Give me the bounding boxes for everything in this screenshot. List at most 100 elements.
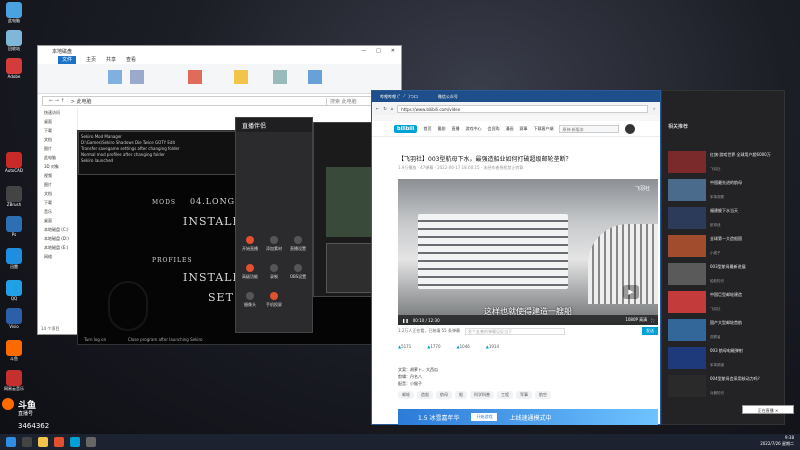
quality-select[interactable]: 1080P 高清 [625, 317, 647, 323]
nav-item[interactable]: 本地磁盘 (D:) [38, 234, 77, 243]
new-folder-icon[interactable] [234, 70, 248, 84]
tag[interactable]: 工程 [497, 391, 513, 399]
desktop-icon[interactable]: 回收站 [1, 30, 27, 51]
tag[interactable]: 航母 [436, 391, 452, 399]
install-profile-button[interactable]: INSTALL [183, 271, 241, 284]
minimize-icon[interactable]: — [361, 48, 366, 54]
desktop-icon[interactable]: 迅雷 [1, 248, 27, 269]
properties-icon[interactable] [273, 70, 287, 84]
share-button[interactable]: 1914 [486, 344, 499, 349]
live-settings-button[interactable]: 直播设置 [288, 236, 308, 252]
close-icon[interactable]: ✕ [391, 48, 395, 54]
danmu-input[interactable]: 发个友善的弹幕见证当下 [465, 327, 565, 335]
star-icon[interactable]: ☆ [652, 106, 656, 111]
browser-icon[interactable] [70, 437, 80, 447]
nav-item[interactable]: 文档 [38, 189, 77, 198]
nav-link[interactable]: 下载客户端 [533, 126, 553, 132]
nav-link[interactable]: 漫画 [505, 126, 513, 132]
app-icon[interactable] [86, 437, 96, 447]
home-icon[interactable]: ⌂ [391, 106, 394, 111]
log-checkbox[interactable]: Turn log on [84, 337, 106, 342]
address-bar[interactable]: ← → ↑ > 此电脑 搜索 此电脑 [42, 96, 397, 106]
system-clock[interactable]: 9:38 2022/7/26 星期二 [760, 435, 794, 447]
recommend-item[interactable]: 中国巨型邮轮建造 飞羽社 [668, 291, 780, 313]
recommend-item[interactable]: 中国最先进的航母 军事观察 [668, 179, 780, 201]
search-icon[interactable] [22, 437, 32, 447]
desktop-icon[interactable]: 斗鱼 [1, 340, 27, 361]
explorer-titlebar[interactable]: 本地磁盘 — □ ✕ [38, 46, 401, 56]
nav-item[interactable]: 文档 [38, 135, 77, 144]
recommend-item[interactable]: 全球第一大造船国 小猴子 [668, 235, 780, 257]
desktop-icon[interactable]: 网易云音乐 [1, 370, 27, 391]
nav-link[interactable]: 游戏中心 [465, 126, 481, 132]
folder-icon[interactable] [38, 437, 48, 447]
nav-link[interactable]: 会员购 [487, 126, 499, 132]
nav-item[interactable]: 图片 [38, 180, 77, 189]
pause-icon[interactable]: ❚❚ [402, 318, 409, 323]
nav-item[interactable]: 本地磁盘 (E:) [38, 243, 77, 252]
play-icon[interactable]: ▶ [623, 285, 639, 299]
phone-cast-button[interactable]: 手机投屏 [264, 292, 284, 308]
browser-tab[interactable]: 哔哩哔哩 (゜-゜)つロ [380, 94, 418, 100]
copy-icon[interactable] [130, 70, 144, 84]
favorite-button[interactable]: 1046 [457, 344, 470, 349]
recommend-item[interactable]: 福建舰下水当天 航母迷 [668, 207, 780, 229]
recommend-item[interactable]: 004型航母会采用核动力吗？ 兵器知识 [668, 375, 780, 397]
preview-window[interactable] [313, 122, 375, 297]
coin-button[interactable]: 1770 [427, 344, 440, 349]
add-source-button[interactable]: 添加素材 [264, 236, 284, 252]
delete-icon[interactable] [188, 70, 202, 84]
tag[interactable]: 船 [455, 391, 467, 399]
start-live-button[interactable]: 开始直播 [240, 236, 260, 252]
desktop-icon[interactable]: QQ [1, 280, 27, 301]
fullscreen-icon[interactable]: ⛶ [651, 318, 654, 323]
site-search-input[interactable]: 原神 新版本 [559, 124, 620, 133]
desktop-icon[interactable]: AutoCAD [1, 152, 27, 173]
desktop-icon[interactable]: ZBrush [1, 186, 27, 207]
nav-item[interactable]: 本地磁盘 (C:) [38, 225, 77, 234]
recommend-item[interactable]: 003 航母电磁弹射 军事频道 [668, 347, 780, 369]
refresh-icon[interactable]: ↻ [383, 106, 386, 111]
video-player[interactable]: 飞羽社 ▶ 这样也就使得建造一艘船 ❚❚ 00:10 / 12:30 1080P… [398, 179, 658, 325]
back-icon[interactable]: ← → ↑ [43, 98, 71, 104]
live-assistant-window[interactable]: 直播伴侣 开始直播 添加素材 直播设置 高级功能 录制 OBS设置 摄像头 手机… [235, 117, 313, 333]
live-assistant-icon[interactable] [54, 437, 64, 447]
nav-item[interactable]: 网络 [38, 252, 77, 261]
nav-item[interactable]: 下载 [38, 198, 77, 207]
nav-link[interactable]: 首页 [423, 126, 431, 132]
recommend-item[interactable]: 国产大型邮轮首航 观察者 [668, 319, 780, 341]
recommend-item[interactable]: 红旗·游戏世界 全球用户超6000万 飞羽社 [668, 151, 780, 173]
tag[interactable]: 军事 [516, 391, 532, 399]
desktop-icon[interactable]: Ps [1, 216, 27, 237]
nav-item[interactable]: 3D 对象 [38, 162, 77, 171]
avatar[interactable] [625, 123, 636, 134]
nav-item[interactable]: 此电脑 [38, 153, 77, 162]
back-icon[interactable]: ← [376, 106, 379, 111]
tag[interactable]: 科学科普 [470, 391, 494, 399]
nav-link[interactable]: 赛事 [519, 126, 527, 132]
tab-file[interactable]: 文件 [58, 56, 77, 64]
browser-tab[interactable]: 微信公众号 [438, 94, 458, 100]
nav-item[interactable]: 音乐 [38, 207, 77, 216]
tab-share[interactable]: 共享 [106, 56, 116, 64]
ad-banner[interactable]: 1.5 冰雪嘉年华 开始游戏 上线速通模式中 [398, 409, 658, 425]
select-all-icon[interactable] [308, 70, 322, 84]
tab-view[interactable]: 查看 [126, 56, 136, 64]
desktop-icon[interactable]: 此电脑 [1, 2, 27, 23]
close-after-launch-checkbox[interactable]: Close program after launching Sekiro [128, 337, 203, 342]
recommend-item[interactable]: 003型航母最新进展 船舶知识 [668, 263, 780, 285]
banner-start-button[interactable]: 开始游戏 [471, 413, 498, 421]
record-button[interactable]: 录制 [264, 264, 284, 280]
live-status-badge[interactable]: 正在直播 × [742, 405, 794, 414]
nav-item[interactable]: 桌面 [38, 117, 77, 126]
nav-item[interactable]: 下载 [38, 126, 77, 135]
tab-home[interactable]: 主页 [86, 56, 96, 64]
nav-item[interactable]: 视频 [38, 171, 77, 180]
start-icon[interactable] [6, 437, 16, 447]
tag[interactable]: 航空 [535, 391, 551, 399]
maximize-icon[interactable]: □ [376, 48, 381, 54]
browser-window[interactable]: 哔哩哔哩 (゜-゜)つロ 微信公众号 ← ↻ ⌂ https://www.bil… [371, 90, 661, 425]
advanced-button[interactable]: 高级功能 [240, 264, 260, 280]
tag[interactable]: 造船 [417, 391, 433, 399]
url-input[interactable]: https://www.bilibili.com/video [397, 104, 649, 113]
